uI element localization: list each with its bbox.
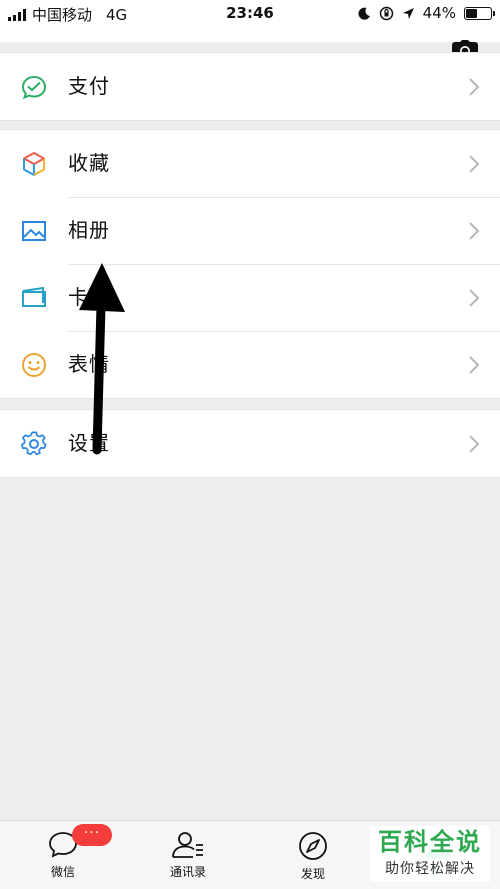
album-image-icon	[22, 221, 46, 241]
tab-label: 通讯录	[169, 865, 206, 879]
menu-item-pay[interactable]: 支付	[0, 53, 500, 120]
chevron-right-icon	[469, 155, 480, 173]
menu-item-album[interactable]: 相册	[0, 197, 500, 264]
group-pay: 支付	[0, 52, 500, 121]
watermark-subtitle: 助你轻松解决	[385, 861, 475, 877]
location-arrow-icon	[402, 7, 414, 19]
status-bar: 中国移动 4G 23:46 44%	[0, 0, 500, 42]
chevron-right-icon	[469, 222, 480, 240]
chevron-right-icon	[469, 435, 480, 453]
menu-item-favorites[interactable]: 收藏	[0, 130, 500, 197]
battery-percent: 44%	[422, 4, 456, 22]
menu-item-label: 收藏	[68, 151, 110, 175]
tab-label: 微信	[50, 865, 75, 879]
moon-icon	[358, 7, 370, 20]
emoji-smile-icon	[22, 353, 46, 377]
status-right: 44%	[358, 4, 495, 22]
battery-icon	[464, 6, 495, 20]
chevron-right-icon	[469, 289, 480, 307]
unread-badge: ···	[72, 824, 112, 846]
orientation-lock-icon	[379, 6, 393, 20]
chevron-right-icon	[469, 356, 480, 374]
watermark-title: 百科全说	[378, 828, 482, 856]
tab-discover[interactable]: 发现	[268, 831, 358, 882]
watermark: 百科全说 助你轻松解决	[370, 826, 490, 882]
menu-item-label: 支付	[68, 74, 110, 98]
pay-icon	[21, 75, 47, 100]
tab-label: 发现	[300, 867, 325, 881]
tab-contacts[interactable]: 通讯录	[143, 831, 233, 880]
settings-gear-icon	[20, 431, 47, 456]
card-wallet-icon	[22, 286, 46, 307]
chevron-right-icon	[469, 78, 480, 96]
menu-item-label: 相册	[68, 218, 110, 242]
annotation-arrow-up-icon	[79, 263, 125, 455]
favorites-cube-icon	[23, 152, 45, 176]
compass-icon	[299, 832, 327, 860]
contacts-icon	[172, 832, 203, 858]
